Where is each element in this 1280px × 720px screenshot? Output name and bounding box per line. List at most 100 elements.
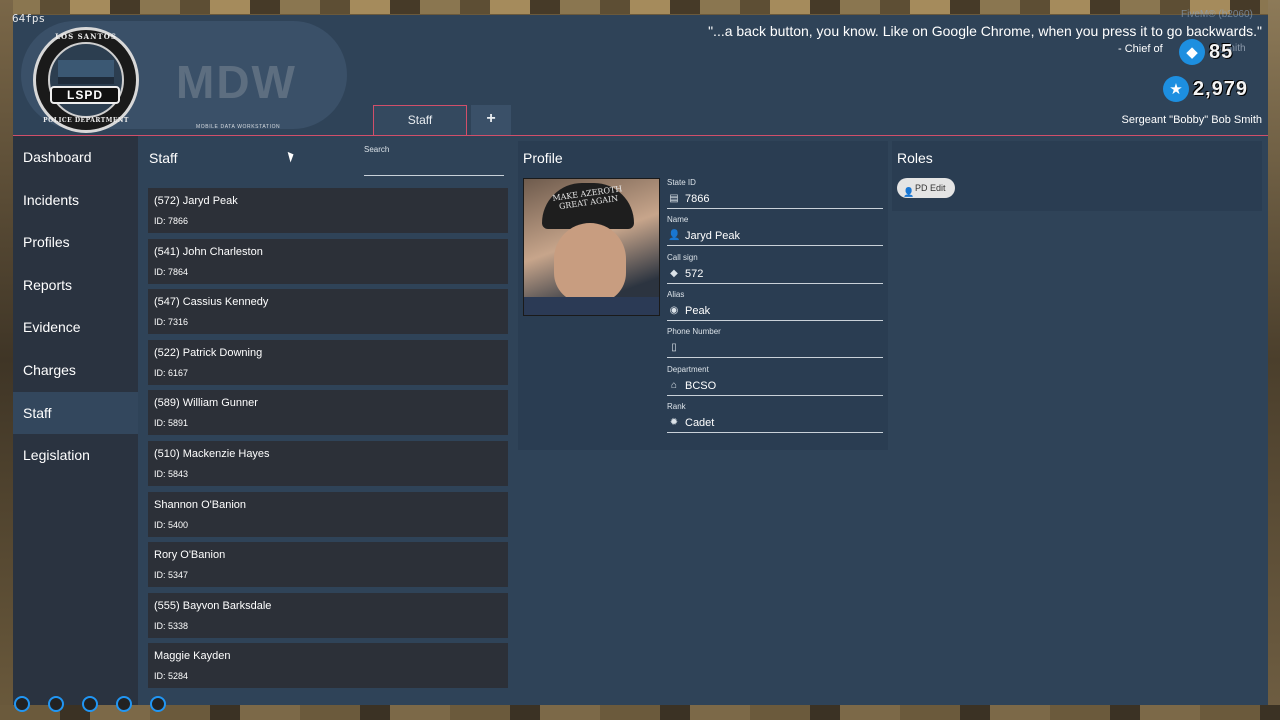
sidebar-item-legislation[interactable]: Legislation — [13, 434, 138, 476]
staff-row[interactable]: (541) John Charleston ID: 7864 — [148, 238, 508, 284]
alias-input[interactable]: Peak — [667, 303, 883, 321]
field-state-id: State ID 7866 ▤ — [667, 178, 883, 214]
field-label: Phone Number — [667, 327, 721, 337]
staff-panel: Staff Search (572) Jaryd Peak ID: 7866 (… — [144, 141, 514, 701]
sidebar-item-reports[interactable]: Reports — [13, 264, 138, 306]
sidebar-item-incidents[interactable]: Incidents — [13, 179, 138, 221]
star-icon: ★ — [1163, 76, 1189, 102]
quote-text: "...a back button, you know. Like on Goo… — [708, 23, 1262, 39]
building-icon: ⌂ — [670, 379, 678, 391]
staff-name: (547) Cassius Kennedy — [154, 296, 269, 309]
hud-circle-icon — [150, 696, 166, 712]
staff-name: (510) Mackenzie Hayes — [154, 447, 270, 460]
staff-id: ID: 7316 — [154, 317, 189, 328]
staff-id: ID: 6167 — [154, 367, 189, 378]
hud-circle-icon — [116, 696, 132, 712]
sidebar-item-staff[interactable]: Staff — [13, 391, 138, 434]
staff-row[interactable]: (547) Cassius Kennedy ID: 7316 — [148, 289, 508, 335]
mask-icon: ◉ — [669, 304, 679, 316]
staff-row[interactable]: (522) Patrick Downing ID: 6167 — [148, 339, 508, 385]
add-tab-button[interactable]: + — [471, 105, 511, 135]
staff-id: ID: 5400 — [154, 519, 189, 530]
current-user: Sergeant "Bobby" Bob Smith — [1121, 114, 1262, 126]
staff-name: Maggie Kayden — [154, 650, 231, 663]
game-backdrop-left — [0, 0, 13, 720]
phone-icon: ▯ — [671, 342, 677, 354]
badge-bottom-text: POLICE DEPARTMENT — [43, 117, 129, 124]
field-label: Alias — [667, 289, 685, 299]
mdw-tablet: LOS SANTOS LSPD POLICE DEPARTMENT MDW MO… — [13, 9, 1268, 705]
fps-counter: 64fps — [12, 12, 46, 25]
game-backdrop-bottom — [0, 705, 1280, 720]
field-call-sign: Call sign 572 ◆ — [667, 253, 883, 289]
rank-input[interactable]: Cadet — [667, 415, 883, 433]
name-input[interactable]: Jaryd Peak — [667, 228, 883, 247]
app-title: MDW — [176, 56, 297, 108]
staff-id: ID: 7864 — [154, 266, 189, 277]
staff-row[interactable]: (572) Jaryd Peak ID: 7866 — [148, 188, 508, 233]
server-version-label: FiveM® (b2060) — [1181, 9, 1253, 20]
profile-panel: Profile MAKE AZEROTH GREAT AGAIN State I… — [518, 141, 888, 450]
hud-star-counter: ★ 2,979 — [1163, 76, 1248, 102]
state-id-input[interactable]: 7866 — [667, 191, 883, 209]
field-name: Name Jaryd Peak 👤 — [667, 215, 883, 251]
staff-name: (555) Bayvon Barksdale — [154, 599, 272, 612]
badge-skyline — [58, 60, 114, 84]
field-label: Name — [667, 215, 689, 225]
sidebar-item-evidence[interactable]: Evidence — [13, 306, 138, 348]
hud-gem-counter: ◆ 85 — [1179, 39, 1233, 65]
search-input[interactable] — [364, 155, 504, 176]
staff-row[interactable]: (555) Bayvon Barksdale ID: 5338 — [148, 592, 508, 638]
field-rank: Rank Cadet ✹ — [667, 402, 883, 438]
lspd-badge-logo: LOS SANTOS LSPD POLICE DEPARTMENT — [33, 27, 139, 133]
staff-id: ID: 5284 — [154, 671, 189, 682]
staff-id: ID: 5338 — [154, 620, 189, 631]
app-header: LOS SANTOS LSPD POLICE DEPARTMENT MDW MO… — [13, 9, 1268, 136]
search-label: Search — [364, 145, 390, 154]
profile-panel-title: Profile — [523, 150, 563, 166]
staff-id: ID: 7866 — [154, 216, 189, 226]
staff-row[interactable]: (510) Mackenzie Hayes ID: 5843 — [148, 440, 508, 486]
tab-staff[interactable]: Staff — [373, 105, 467, 135]
person-icon: 👤 — [903, 187, 915, 197]
staff-id: ID: 5347 — [154, 570, 189, 581]
star-count: 2,979 — [1193, 77, 1249, 100]
badge-label: LSPD — [50, 86, 120, 104]
role-chip[interactable]: 👤 PD Edit — [897, 178, 955, 198]
staff-name: Shannon O'Banion — [154, 498, 247, 511]
game-backdrop-top — [0, 0, 1280, 14]
roles-panel-title: Roles — [897, 150, 933, 166]
sidebar-item-charges[interactable]: Charges — [13, 349, 138, 391]
rank-icon: ✹ — [669, 416, 679, 428]
game-backdrop-right — [1268, 0, 1280, 720]
role-chip-label: PD Edit — [915, 183, 946, 193]
roles-panel: Roles 👤 PD Edit — [892, 141, 1262, 211]
field-label: Rank — [667, 401, 686, 411]
staff-row[interactable]: (589) William Gunner ID: 5891 — [148, 390, 508, 436]
staff-row[interactable]: Maggie Kayden ID: 5284 — [148, 643, 508, 689]
sidebar-nav: Dashboard Incidents Profiles Reports Evi… — [13, 136, 138, 705]
field-alias: Alias Peak ◉ — [667, 290, 883, 326]
diamond-icon: ◆ — [1179, 39, 1205, 65]
hud-circle-icon — [82, 696, 98, 712]
field-label: Call sign — [667, 252, 698, 262]
profile-photo[interactable]: MAKE AZEROTH GREAT AGAIN — [523, 178, 660, 316]
staff-id: ID: 5891 — [154, 418, 189, 429]
person-icon: 👤 — [668, 230, 681, 242]
logo-banner: LOS SANTOS LSPD POLICE DEPARTMENT MDW MO… — [21, 21, 347, 133]
sidebar-item-dashboard[interactable]: Dashboard — [13, 136, 138, 178]
staff-row[interactable]: Shannon O'Banion ID: 5400 — [148, 491, 508, 537]
phone-input[interactable] — [667, 340, 883, 359]
field-phone: Phone Number ▯ — [667, 327, 883, 363]
staff-name: (541) John Charleston — [154, 245, 263, 258]
sidebar-item-profiles[interactable]: Profiles — [13, 221, 138, 263]
call-sign-input[interactable]: 572 — [667, 266, 883, 284]
staff-row[interactable]: Rory O'Banion ID: 5347 — [148, 542, 508, 588]
department-input[interactable]: BCSO — [667, 378, 883, 396]
staff-name: Rory O'Banion — [154, 549, 226, 562]
staff-id: ID: 5843 — [154, 468, 189, 479]
field-department: Department BCSO ⌂ — [667, 365, 883, 401]
hud-circle-icon — [14, 696, 30, 712]
shirt-shape — [524, 297, 659, 315]
tag-icon: ◆ — [670, 267, 678, 279]
